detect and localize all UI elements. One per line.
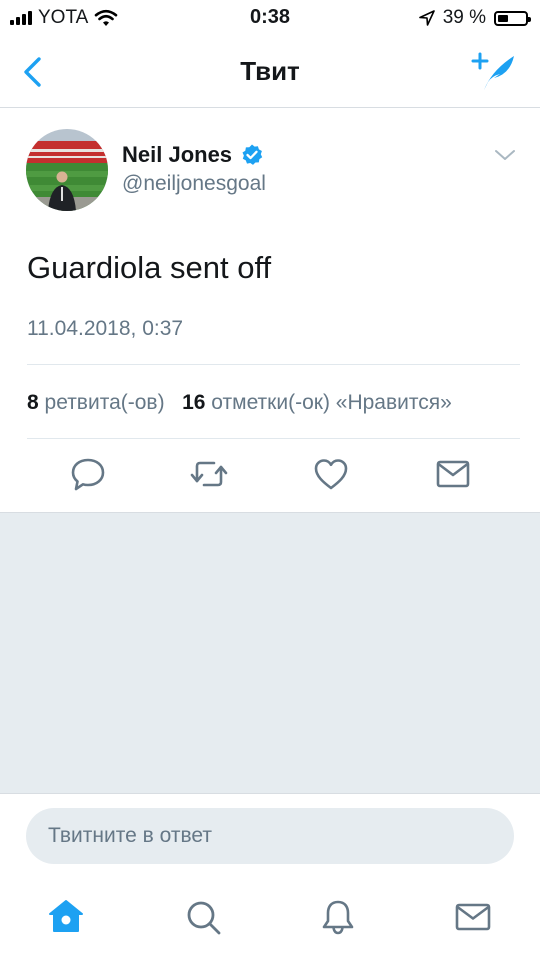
reply-icon[interactable] — [68, 454, 108, 494]
retweet-count: 8 — [27, 391, 39, 414]
divider — [27, 438, 520, 439]
tweet-detail: Neil Jones @neiljonesgoal Guardiola sent… — [0, 108, 540, 513]
status-bar: YOTA 0:38 39 % — [0, 0, 540, 36]
like-icon[interactable] — [311, 454, 351, 494]
chevron-down-icon[interactable] — [494, 148, 516, 162]
retweet-icon[interactable] — [189, 454, 229, 494]
reply-bar: Твитните в ответ — [0, 793, 540, 877]
battery-fill — [498, 14, 509, 22]
reply-input[interactable]: Твитните в ответ — [26, 808, 514, 864]
compose-tweet-icon[interactable] — [470, 52, 518, 92]
like-label: отметки(-ок) «Нравится» — [211, 391, 452, 414]
battery-percent: 39 % — [442, 7, 486, 28]
verified-badge-icon — [242, 144, 263, 165]
battery-icon — [494, 10, 531, 26]
author-name[interactable]: Neil Jones — [122, 142, 232, 168]
avatar[interactable] — [26, 129, 108, 211]
avatar-image — [26, 129, 108, 211]
location-arrow-icon — [418, 10, 435, 26]
like-count: 16 — [182, 391, 206, 414]
dm-icon[interactable] — [433, 454, 473, 494]
tweet-stats: 8 ретвита(-ов) 16 отметки(-ок) «Нравится… — [27, 391, 452, 415]
tweet-actions — [0, 454, 540, 496]
notifications-icon[interactable] — [318, 897, 358, 937]
page-title: Твит — [240, 56, 300, 86]
status-right: 39 % — [418, 6, 531, 30]
nav-bar: Твит — [0, 36, 540, 108]
tweet-text: Guardiola sent off — [27, 250, 272, 285]
replies-area — [0, 513, 540, 793]
author-handle[interactable]: @neiljonesgoal — [122, 172, 266, 196]
messages-icon[interactable] — [453, 897, 493, 937]
home-icon[interactable] — [46, 897, 86, 937]
retweet-stat[interactable]: 8 ретвита(-ов) — [27, 391, 165, 414]
tweet-timestamp: 11.04.2018, 0:37 — [27, 317, 184, 340]
like-stat[interactable]: 16 отметки(-ок) «Нравится» — [182, 391, 452, 414]
tab-bar — [0, 877, 540, 960]
retweet-label: ретвита(-ов) — [44, 391, 165, 414]
author-name-row[interactable]: Neil Jones — [122, 142, 264, 168]
search-icon[interactable] — [183, 897, 223, 937]
divider — [27, 364, 520, 365]
